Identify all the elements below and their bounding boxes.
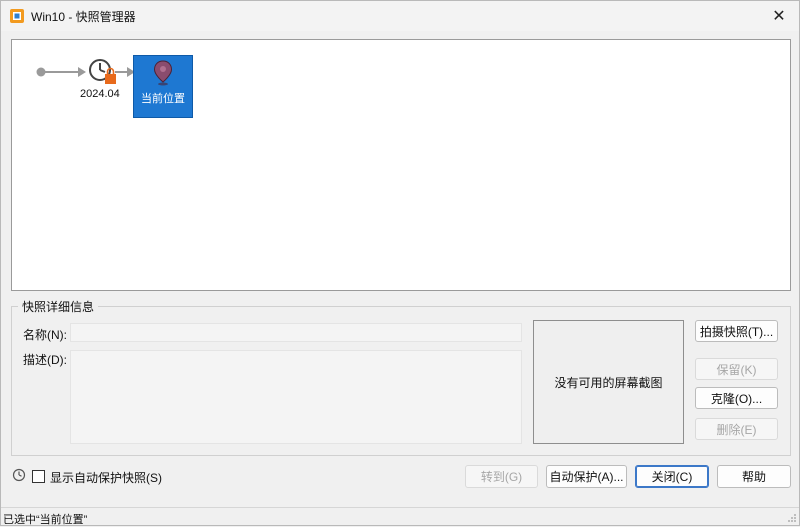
show-autosave-checkbox[interactable]	[32, 470, 45, 483]
group-title: 快照详细信息	[18, 298, 99, 315]
close-button[interactable]: 关闭(C)	[635, 465, 709, 488]
clock-lock-icon	[89, 59, 116, 84]
connector-arrow	[78, 67, 86, 77]
snapshot-tree-view[interactable]: 2024.04 当前位置	[11, 39, 791, 291]
snapshot-manager-window: Win10 - 快照管理器 ✕ 2024.04 当前位置 快照详细信息 名称(N…	[0, 0, 800, 526]
name-label: 名称(N):	[23, 328, 67, 342]
snapshot-label: 2024.04	[80, 88, 120, 100]
status-bar: 已选中“当前位置”	[1, 507, 799, 526]
goto-button[interactable]: 转到(G)	[465, 465, 538, 488]
title-bar: Win10 - 快照管理器 ✕	[1, 1, 799, 31]
snapshot-description-input[interactable]	[70, 350, 522, 444]
delete-button[interactable]: 删除(E)	[695, 418, 778, 440]
close-icon: ✕	[772, 8, 786, 25]
current-position-node[interactable]: 当前位置	[133, 55, 193, 118]
root-node-dot	[36, 67, 46, 77]
description-label: 描述(D):	[23, 353, 67, 367]
window-title: Win10 - 快照管理器	[31, 10, 136, 24]
snapshot-name-input[interactable]	[70, 323, 522, 342]
status-text: 已选中“当前位置”	[3, 514, 88, 526]
history-icon	[12, 468, 26, 485]
close-window-button[interactable]: ✕	[759, 1, 799, 31]
show-autosave-label[interactable]: 显示自动保护快照(S)	[50, 469, 162, 486]
keep-button[interactable]: 保留(K)	[695, 358, 778, 380]
current-position-label: 当前位置	[141, 93, 185, 105]
autoprotect-button[interactable]: 自动保护(A)...	[546, 465, 627, 488]
help-button[interactable]: 帮助	[717, 465, 791, 488]
take-snapshot-button[interactable]: 拍摄快照(T)...	[695, 320, 778, 342]
snapshot-details-group: 快照详细信息 名称(N): 描述(D): 没有可用的屏幕截图	[11, 298, 791, 456]
clone-button[interactable]: 克隆(O)...	[695, 387, 778, 409]
vmware-app-icon	[9, 8, 25, 24]
resize-grip-icon[interactable]	[787, 513, 797, 523]
no-screenshot-text: 没有可用的屏幕截图	[554, 375, 663, 390]
screenshot-preview: 没有可用的屏幕截图	[533, 320, 684, 444]
location-pin-icon	[153, 60, 173, 86]
